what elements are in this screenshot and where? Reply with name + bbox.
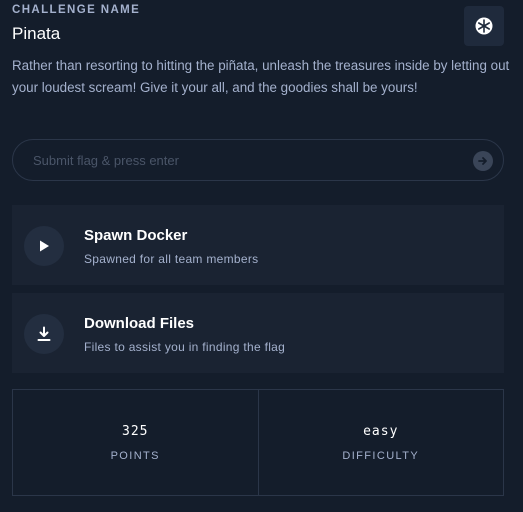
challenge-description: Rather than resorting to hitting the piñ… bbox=[12, 58, 510, 95]
challenge-title: Pinata bbox=[12, 24, 61, 43]
spawn-docker-subtitle: Spawned for all team members bbox=[84, 252, 259, 266]
points-value: 325 bbox=[122, 423, 149, 439]
points-label: POINTS bbox=[110, 449, 160, 462]
challenge-name-label: CHALLENGE NAME bbox=[12, 4, 141, 16]
challenge-stats: 325 POINTS easy DIFFICULTY bbox=[12, 389, 504, 496]
download-files-subtitle: Files to assist you in finding the flag bbox=[84, 340, 286, 354]
arrow-right-circle-icon[interactable] bbox=[473, 151, 493, 171]
category-icon-button[interactable] bbox=[464, 6, 504, 46]
difficulty-label: DIFFICULTY bbox=[342, 449, 420, 462]
web-snowflake-icon bbox=[475, 17, 493, 35]
spawn-docker-title: Spawn Docker bbox=[84, 227, 188, 244]
download-icon bbox=[24, 314, 64, 354]
flag-input[interactable] bbox=[13, 140, 503, 180]
download-files-title: Download Files bbox=[84, 315, 195, 332]
difficulty-value: easy bbox=[363, 423, 399, 439]
difficulty-stat: easy DIFFICULTY bbox=[257, 390, 504, 495]
flag-submit-field bbox=[12, 139, 504, 181]
download-files-button[interactable]: Download Files Files to assist you in fi… bbox=[12, 293, 504, 373]
spawn-docker-button[interactable]: Spawn Docker Spawned for all team member… bbox=[12, 205, 504, 285]
points-stat: 325 POINTS bbox=[13, 390, 258, 495]
play-icon bbox=[24, 226, 64, 266]
challenge-panel: CHALLENGE NAME Pinata Rather than resort… bbox=[0, 0, 523, 512]
